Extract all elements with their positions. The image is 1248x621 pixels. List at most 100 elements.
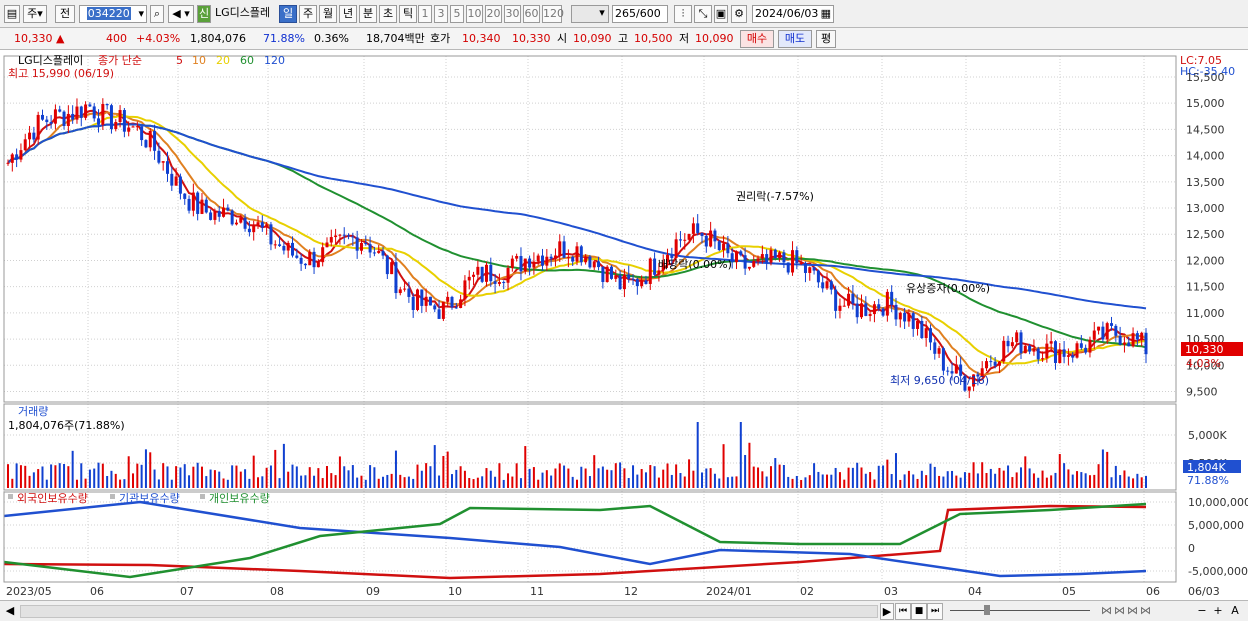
count-field[interactable]: 265/600 <box>612 5 668 23</box>
shin-badge[interactable]: 신 <box>197 5 211 23</box>
candle-body <box>437 309 441 319</box>
chart-scrollbar[interactable]: ◀ ▶ ⏮ ■ ⏭ ⋈⋈⋈⋈ − + A <box>0 600 1248 621</box>
candle-body <box>648 258 652 284</box>
volume-bar <box>97 462 100 488</box>
prev-button[interactable]: 전 <box>55 5 75 23</box>
minute-step-3[interactable]: 3 <box>434 5 448 23</box>
custom-step-dropdown-icon[interactable]: ▾ <box>596 5 608 23</box>
candle-body <box>19 150 23 160</box>
candle-body <box>424 296 428 306</box>
date-input[interactable]: 2024/06/03 ▦ <box>752 5 834 23</box>
scroll-track[interactable] <box>20 605 878 618</box>
play-icon[interactable]: ▶ <box>880 603 894 620</box>
holdings-legend-marker <box>8 494 13 499</box>
zoom-slider-track[interactable] <box>950 610 1090 611</box>
interval-2[interactable]: 월 <box>319 5 337 23</box>
minute-step-20[interactable]: 20 <box>485 5 502 23</box>
volume-bar <box>162 463 165 488</box>
zoom-slider-thumb[interactable] <box>984 605 990 615</box>
volume-bar <box>403 477 406 488</box>
speaker-icon[interactable]: ◀ ▾ <box>168 5 194 23</box>
period-select[interactable]: 주▾ <box>23 5 47 23</box>
minute-step-30[interactable]: 30 <box>504 5 521 23</box>
volume-bar <box>218 471 221 488</box>
volume-bar <box>110 470 113 488</box>
volume-bar <box>670 474 673 488</box>
volume-bar <box>455 469 458 488</box>
candle-body <box>187 198 191 211</box>
candle-body <box>928 328 932 343</box>
candle-body <box>135 126 139 128</box>
candle-body <box>493 281 497 284</box>
volume-bar <box>636 474 639 488</box>
candle-body <box>49 122 53 124</box>
volume-bar <box>933 466 936 488</box>
sell-button[interactable]: 매도 <box>778 30 812 48</box>
volume-bar <box>1080 472 1083 488</box>
calendar-icon[interactable]: ▦ <box>821 6 833 22</box>
price-change: 400 <box>106 32 127 45</box>
eval-button[interactable]: 평 <box>816 30 836 48</box>
candle-body <box>1127 342 1131 347</box>
scroll-left-icon[interactable]: ◀ <box>4 603 16 618</box>
candle-body <box>592 261 596 268</box>
minute-step-120[interactable]: 120 <box>542 5 564 23</box>
candle-body <box>260 222 264 228</box>
interval-0[interactable]: 일 <box>279 5 297 23</box>
minute-step-1[interactable]: 1 <box>418 5 432 23</box>
volume-bar <box>15 463 18 488</box>
stock-chart[interactable]: 15,50015,00014,50014,00013,50013,00012,5… <box>0 50 1248 600</box>
volume-bar <box>563 465 566 488</box>
volume-bar <box>106 476 109 488</box>
volume-bar <box>951 470 954 488</box>
price-tick-label: 11,000 <box>1186 307 1225 320</box>
volume-bar <box>338 456 341 488</box>
volume-bar <box>226 479 229 488</box>
current-price: 10,330 ▲ <box>14 32 65 45</box>
search-icon[interactable]: ⌕ <box>150 5 164 23</box>
volume-bar <box>903 474 906 488</box>
last-icon[interactable]: ⏭ <box>927 603 943 620</box>
window-menu-icon[interactable]: ▤ <box>4 5 20 23</box>
volume-bar <box>166 466 169 488</box>
minute-step-5[interactable]: 5 <box>450 5 464 23</box>
candle-body <box>480 266 484 282</box>
interval-1[interactable]: 주 <box>299 5 317 23</box>
volume-bar <box>481 476 484 488</box>
buy-button[interactable]: 매수 <box>740 30 774 48</box>
interval-6[interactable]: 틱 <box>399 5 417 23</box>
volume-bar <box>321 478 324 488</box>
candle-body <box>109 105 113 130</box>
zoom-out-icon[interactable]: − <box>1196 603 1208 618</box>
stock-code-input[interactable]: 034220 ▾ <box>79 5 147 23</box>
dividend-annotation: 배당락(0.00%) <box>658 258 732 271</box>
volume-bar <box>37 469 40 488</box>
zoom-in-icon[interactable]: + <box>1212 603 1224 618</box>
minute-step-60[interactable]: 60 <box>523 5 540 23</box>
save-icon[interactable]: ▣ <box>714 5 728 23</box>
toolbar: ▤ 주▾ 전 034220 ▾ ⌕ ◀ ▾ 신 LG디스플레 ▾ 265/600 … <box>0 0 1248 28</box>
candle-body <box>553 255 557 259</box>
gear-icon[interactable]: ⚙ <box>731 5 747 23</box>
volume-bar <box>390 473 393 488</box>
candle-body <box>734 251 738 263</box>
volume-bar <box>360 475 363 488</box>
indicator-icon[interactable]: ⤡ <box>694 5 712 23</box>
candle-body <box>303 263 307 266</box>
candle-body <box>23 139 27 151</box>
candle-body <box>502 282 506 284</box>
volume-bar <box>119 479 122 488</box>
minute-step-10[interactable]: 10 <box>466 5 483 23</box>
count-value: 265 <box>615 7 636 20</box>
interval-5[interactable]: 초 <box>379 5 397 23</box>
interval-3[interactable]: 년 <box>339 5 357 23</box>
first-icon[interactable]: ⏮ <box>895 603 911 620</box>
interval-4[interactable]: 분 <box>359 5 377 23</box>
time-tick-label: 11 <box>530 585 544 598</box>
chart-type-icon[interactable]: ⫶ <box>674 5 692 23</box>
stop-icon[interactable]: ■ <box>911 603 927 620</box>
volume-bar <box>955 475 958 488</box>
candle-body <box>1045 343 1049 359</box>
volume-bar <box>735 476 738 488</box>
auto-scale-icon[interactable]: A <box>1228 603 1242 618</box>
